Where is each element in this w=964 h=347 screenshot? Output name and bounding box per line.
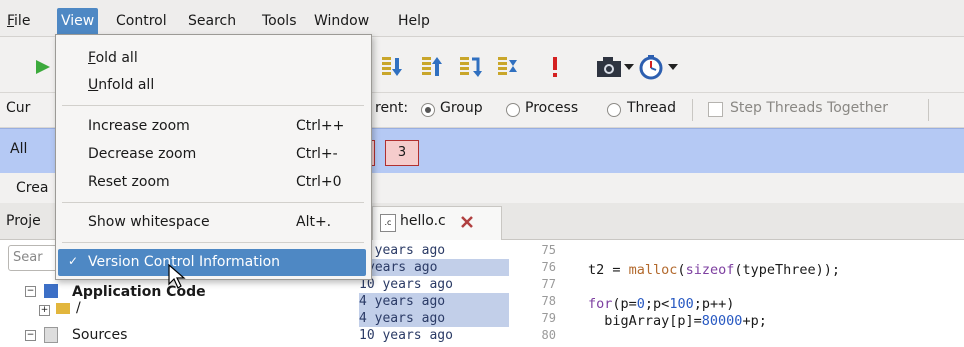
line-number: 79 [541, 311, 556, 325]
step-threads-checkbox[interactable] [708, 102, 723, 117]
collapse-icon[interactable]: − [25, 286, 36, 297]
current-label: Cur [6, 100, 31, 116]
show-whitespace-shortcut: Alt+. [296, 214, 332, 230]
radio-process-label: Process [525, 100, 579, 116]
tree-sources[interactable]: Sources [72, 327, 127, 343]
decrease-zoom-shortcut: Ctrl+- [296, 146, 338, 162]
chevron-down-icon[interactable] [668, 64, 678, 72]
close-icon[interactable] [460, 215, 474, 229]
menu-separator [62, 202, 364, 203]
application-icon [44, 284, 58, 298]
breakpoint-icon[interactable] [548, 55, 562, 79]
search-placeholder: Sear [13, 250, 43, 265]
step-threads-label: Step Threads Together [730, 100, 888, 116]
vc-annotation: 10 years ago [359, 277, 453, 292]
sources-icon [44, 327, 58, 343]
radio-thread-label: Thread [627, 100, 676, 116]
divider [692, 99, 693, 121]
vc-annotation: 0 years ago [359, 243, 446, 258]
increase-zoom-shortcut: Ctrl++ [296, 118, 345, 134]
menu-item-fold-all[interactable]: Fold all [88, 50, 138, 66]
vc-annotation: 10 years ago [359, 328, 453, 343]
step-out-icon[interactable] [458, 55, 482, 79]
step-down-icon[interactable] [380, 55, 404, 79]
vc-annotation: 4 years ago [359, 310, 509, 327]
tab-project-files[interactable]: Proje [6, 213, 41, 229]
tree-root-folder[interactable]: / [76, 300, 81, 316]
menu-control[interactable]: Control [116, 10, 167, 32]
menu-item-reset-zoom[interactable]: Reset zoom [88, 174, 170, 190]
radio-group-label: Group [440, 100, 483, 116]
menu-separator [62, 105, 364, 106]
menu-tools[interactable]: Tools [262, 10, 297, 32]
menu-item-show-whitespace[interactable]: Show whitespace [88, 214, 210, 230]
checkmark-icon: ✓ [68, 254, 79, 268]
menu-window[interactable]: Window [314, 10, 369, 32]
radio-group[interactable] [421, 103, 435, 117]
camera-icon[interactable] [595, 55, 623, 79]
menu-view[interactable]: View [57, 8, 99, 34]
menu-file[interactable]: File [7, 10, 30, 32]
line-number: 77 [541, 277, 556, 291]
menu-separator [62, 242, 364, 243]
create-label[interactable]: Crea [16, 180, 48, 196]
expand-icon[interactable]: + [39, 305, 50, 316]
menu-search[interactable]: Search [188, 10, 236, 32]
code-line-76: t2 = malloc(sizeof(typeThree)); [588, 262, 841, 278]
line-number: 75 [541, 243, 556, 257]
radio-thread[interactable] [607, 103, 621, 117]
vc-annotation: 4 years ago [359, 293, 509, 310]
code-line-79: bigArray[p]=80000+p; [588, 313, 767, 329]
menu-item-unfold-all[interactable]: Unfold all [88, 77, 154, 93]
chevron-down-icon[interactable] [624, 64, 634, 72]
tab-hello-c-label: hello.c [400, 213, 446, 229]
divider [928, 99, 929, 121]
line-number: 80 [541, 328, 556, 342]
mouse-pointer-icon [168, 264, 186, 289]
step-up-icon[interactable] [420, 55, 444, 79]
focus-label: rent: [375, 100, 409, 116]
stopwatch-icon[interactable] [638, 54, 664, 80]
play-icon[interactable] [34, 58, 52, 76]
code-line-78: for(p=0;p<100;p++) [588, 296, 735, 312]
process-box-3[interactable]: 3 [385, 140, 419, 166]
reset-zoom-shortcut: Ctrl+0 [296, 174, 342, 190]
run-to-line-icon[interactable] [496, 55, 520, 79]
folder-icon [56, 303, 70, 314]
vc-annotation: years ago [359, 259, 509, 276]
line-number: 78 [541, 294, 556, 308]
menu-item-decrease-zoom[interactable]: Decrease zoom [88, 146, 196, 162]
group-all-label[interactable]: All [10, 141, 27, 157]
menu-help[interactable]: Help [398, 10, 430, 32]
line-number: 76 [541, 260, 556, 274]
radio-process[interactable] [506, 103, 520, 117]
menu-item-increase-zoom[interactable]: Increase zoom [88, 118, 190, 134]
collapse-icon[interactable]: − [25, 330, 36, 341]
c-file-icon: .c [380, 214, 396, 232]
